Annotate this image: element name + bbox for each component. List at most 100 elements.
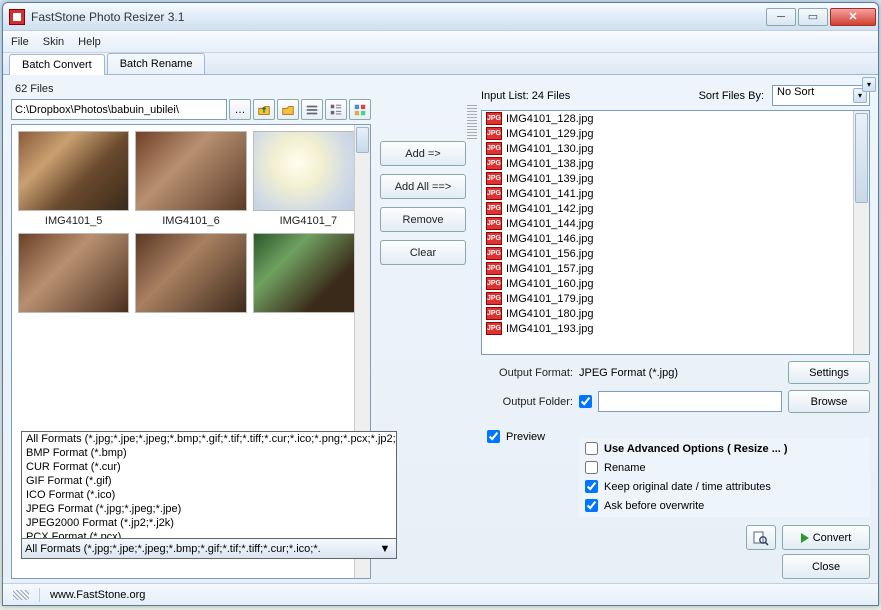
- content-area: 62 Files … IMG4101_5 IMG4101_6 IMG4101_7: [3, 75, 878, 583]
- rename-checkbox[interactable]: [585, 461, 598, 474]
- chevron-down-icon: ▼: [377, 543, 393, 555]
- status-url[interactable]: www.FastStone.org: [50, 589, 145, 601]
- output-folder-checkbox[interactable]: [579, 395, 592, 408]
- input-list-row[interactable]: JPG IMG4101_179.jpg: [482, 291, 869, 306]
- input-file-list[interactable]: JPGIMG4101_128.jpgJPGIMG4101_129.jpgJPGI…: [481, 110, 870, 355]
- browse-path-button[interactable]: …: [229, 99, 251, 120]
- input-list-row[interactable]: JPGIMG4101_146.jpg: [482, 231, 869, 246]
- thumbnail-image: [253, 233, 364, 313]
- view-thumbnails-button[interactable]: [349, 99, 371, 120]
- rename-label: Rename: [604, 462, 646, 474]
- input-list-row[interactable]: JPGIMG4101_130.jpg: [482, 141, 869, 156]
- jpg-file-icon: JPG: [486, 292, 502, 305]
- thumbnail-item[interactable]: IMG4101_6: [135, 131, 246, 227]
- tab-batch-rename[interactable]: Batch Rename: [107, 53, 206, 74]
- sort-label: Sort Files By:: [699, 90, 764, 102]
- jpg-file-icon: JPG: [486, 202, 502, 215]
- format-option[interactable]: GIF Format (*.gif): [22, 474, 396, 488]
- source-panel: 62 Files … IMG4101_5 IMG4101_6 IMG4101_7: [11, 81, 371, 579]
- source-format-combo[interactable]: All Formats (*.jpg;*.jpe;*.jpeg;*.bmp;*.…: [22, 538, 396, 558]
- input-list-filename: IMG4101_179.jpg: [506, 293, 593, 305]
- jpg-file-icon: JPG: [486, 112, 502, 125]
- format-option[interactable]: All Formats (*.jpg;*.jpe;*.jpeg;*.bmp;*.…: [22, 432, 396, 446]
- maximize-button[interactable]: ▭: [798, 8, 828, 26]
- output-format-select[interactable]: JPEG Format (*.jpg) ▾: [579, 367, 782, 379]
- tab-batch-convert[interactable]: Batch Convert: [9, 54, 105, 75]
- jpg-file-icon: JPG: [486, 157, 502, 170]
- thumbnail-item[interactable]: [135, 233, 246, 325]
- jpg-file-icon: JPG: [486, 322, 502, 335]
- clear-button[interactable]: Clear: [380, 240, 466, 265]
- preview-checkbox[interactable]: [487, 430, 500, 443]
- input-list-row[interactable]: JPG IMG4101_138.jpg: [482, 156, 869, 171]
- keep-date-checkbox[interactable]: [585, 480, 598, 493]
- resize-grip-icon: [13, 590, 29, 600]
- input-list-row[interactable]: JPGIMG4101_139.jpg: [482, 171, 869, 186]
- add-all-button[interactable]: Add All ==>: [380, 174, 466, 199]
- thumbnail-image: [135, 233, 246, 313]
- add-button[interactable]: Add =>: [380, 141, 466, 166]
- advanced-options-checkbox[interactable]: [585, 442, 598, 455]
- view-details-button[interactable]: [325, 99, 347, 120]
- format-option[interactable]: JPEG2000 Format (*.jp2;*.j2k): [22, 516, 396, 530]
- jpg-file-icon: JPG: [486, 247, 502, 260]
- menu-help[interactable]: Help: [78, 36, 101, 48]
- jpg-file-icon: JPG: [486, 262, 502, 275]
- ask-overwrite-checkbox[interactable]: [585, 499, 598, 512]
- format-option[interactable]: JPEG Format (*.jpg;*.jpeg;*.jpe): [22, 502, 396, 516]
- view-list-button[interactable]: [301, 99, 323, 120]
- input-list-filename: IMG4101_180.jpg: [506, 308, 593, 320]
- input-list-row[interactable]: JPGIMG4101_193.jpg: [482, 321, 869, 336]
- input-list-row[interactable]: JPGIMG4101_142.jpg: [482, 201, 869, 216]
- remove-button[interactable]: Remove: [380, 207, 466, 232]
- output-panel: Input List: 24 Files Sort Files By: No S…: [475, 81, 870, 579]
- splitter-handle[interactable]: [467, 105, 477, 141]
- input-list-row[interactable]: JPG IMG4101_157.jpg: [482, 261, 869, 276]
- advanced-options-label: Use Advanced Options ( Resize ... ): [604, 443, 788, 455]
- preview-button[interactable]: [746, 525, 776, 550]
- thumbnail-item[interactable]: IMG4101_5: [18, 131, 129, 227]
- input-list-row[interactable]: JPGIMG4101_129.jpg: [482, 126, 869, 141]
- input-list-scrollbar[interactable]: [853, 111, 869, 354]
- format-option[interactable]: BMP Format (*.bmp): [22, 446, 396, 460]
- input-list-row[interactable]: JPGIMG4101_180.jpg: [482, 306, 869, 321]
- minimize-button[interactable]: ─: [766, 8, 796, 26]
- convert-button[interactable]: Convert: [782, 525, 870, 550]
- path-input[interactable]: [11, 99, 227, 120]
- browse-output-button[interactable]: Browse: [788, 390, 870, 413]
- menu-skin[interactable]: Skin: [43, 36, 64, 48]
- format-option[interactable]: CUR Format (*.cur): [22, 460, 396, 474]
- settings-button[interactable]: Settings: [788, 361, 870, 384]
- input-list-row[interactable]: JPGIMG4101_141.jpg: [482, 186, 869, 201]
- sort-select[interactable]: No Sort ▾: [772, 85, 870, 106]
- input-list-label: Input List: 24 Files: [481, 90, 570, 102]
- jpg-file-icon: JPG: [486, 172, 502, 185]
- format-option-list: All Formats (*.jpg;*.jpe;*.jpeg;*.bmp;*.…: [22, 432, 396, 538]
- source-format-value: All Formats (*.jpg;*.jpe;*.jpeg;*.bmp;*.…: [25, 543, 377, 555]
- input-list-row[interactable]: JPGIMG4101_156.jpg: [482, 246, 869, 261]
- thumbnail-item[interactable]: [253, 233, 364, 325]
- close-button[interactable]: Close: [782, 554, 870, 579]
- format-option[interactable]: PCX Format (*.pcx): [22, 530, 396, 538]
- close-window-button[interactable]: ✕: [830, 8, 876, 26]
- input-list-filename: IMG4101_157.jpg: [506, 263, 593, 275]
- output-format-value: JPEG Format (*.jpg): [579, 367, 678, 379]
- close-button-label: Close: [812, 561, 840, 573]
- up-folder-button[interactable]: [253, 99, 275, 120]
- ask-overwrite-label: Ask before overwrite: [604, 500, 704, 512]
- app-window: FastStone Photo Resizer 3.1 ─ ▭ ✕ File S…: [2, 2, 879, 606]
- output-folder-input[interactable]: [598, 391, 782, 412]
- input-list-row[interactable]: JPGIMG4101_128.jpg: [482, 111, 869, 126]
- refresh-button[interactable]: [277, 99, 299, 120]
- menu-bar: File Skin Help: [3, 31, 878, 53]
- format-option[interactable]: ICO Format (*.ico): [22, 488, 396, 502]
- thumbnail-item[interactable]: [18, 233, 129, 325]
- input-list-filename: IMG4101_138.jpg: [506, 158, 593, 170]
- titlebar: FastStone Photo Resizer 3.1 ─ ▭ ✕: [3, 3, 878, 31]
- keep-date-label: Keep original date / time attributes: [604, 481, 771, 493]
- input-list-row[interactable]: JPGIMG4101_160.jpg: [482, 276, 869, 291]
- menu-file[interactable]: File: [11, 36, 29, 48]
- input-list-row[interactable]: JPGIMG4101_144.jpg: [482, 216, 869, 231]
- input-list-filename: IMG4101_130.jpg: [506, 143, 593, 155]
- thumbnail-item[interactable]: IMG4101_7: [253, 131, 364, 227]
